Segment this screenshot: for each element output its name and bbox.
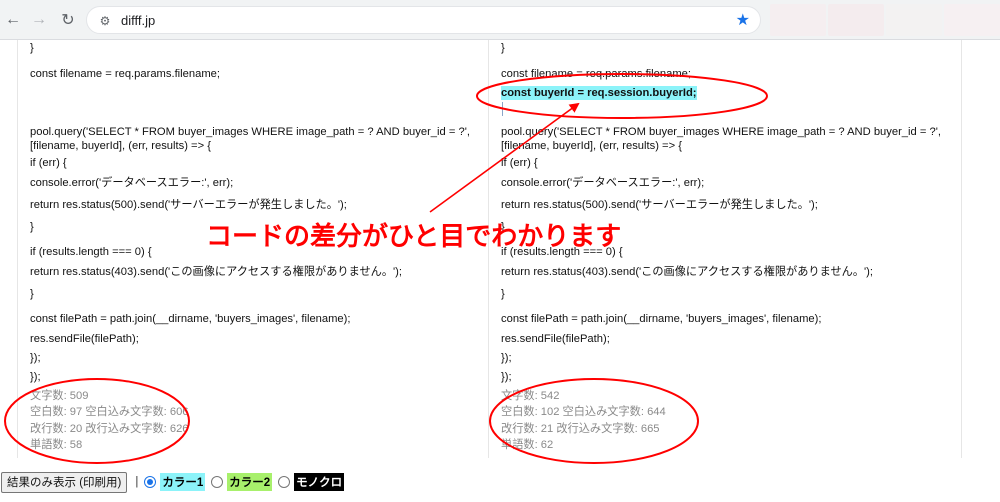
code-line: } [30,288,34,300]
code-line: const filePath = path.join(__dirname, 'b… [501,313,822,325]
radio-color1[interactable] [144,476,157,488]
added-code-line: const buyerId = req.session.buyerId; [501,86,697,100]
separator: | [135,476,139,488]
back-icon[interactable]: ← [2,9,24,31]
code-line: if (err) { [30,157,67,169]
code-line: if (results.length === 0) { [30,246,152,258]
label-color1[interactable]: カラー1 [160,473,206,491]
char-count: 文字数: 542 [501,390,560,402]
space-count: 空白数: 102 空白込み文字数: 644 [501,406,666,418]
code-line: console.error('データベースエラー:', err); [30,177,234,189]
code-line: }); [30,352,41,364]
code-line: const filename = req.params.filename; [30,68,220,80]
code-line: return res.status(500).send('サーバーエラーが発生し… [30,199,347,211]
extension-slot[interactable] [770,4,826,36]
code-line: }); [30,371,41,383]
extension-area [770,4,1000,36]
bottom-controls: 結果のみ表示 (印刷用) | カラー1 カラー2 モノクロ [0,471,1000,493]
word-count: 単語数: 62 [501,439,554,451]
radio-color2[interactable] [211,476,224,488]
char-count: 文字数: 509 [30,390,89,402]
code-line: } [501,42,505,54]
code-line: res.sendFile(filePath); [30,333,139,345]
annotation-caption: コードの差分がひと目でわかります [206,221,622,251]
code-line: }); [501,352,512,364]
code-line: res.sendFile(filePath); [501,333,610,345]
address-bar[interactable]: ⚙ difff.jp ★ [86,6,761,34]
code-line: } [501,288,505,300]
code-line: pool.query('SELECT * FROM buyer_images W… [501,126,941,152]
code-line: pool.query('SELECT * FROM buyer_images W… [30,126,470,152]
forward-icon[interactable]: → [28,9,50,31]
space-count: 空白数: 97 空白込み文字数: 606 [30,406,189,418]
extension-slot[interactable] [886,4,942,36]
code-line: if (err) { [501,157,538,169]
print-view-button[interactable]: 結果のみ表示 (印刷用) [1,471,128,493]
code-line: return res.status(403).send('この画像にアクセスする… [30,266,403,278]
label-mono[interactable]: モノクロ [294,473,345,491]
label-color2[interactable]: カラー2 [227,473,273,491]
extension-slot[interactable] [944,4,1000,36]
code-line: return res.status(403).send('この画像にアクセスする… [501,266,874,278]
code-line: return res.status(500).send('サーバーエラーが発生し… [501,199,818,211]
url-text[interactable]: difff.jp [121,13,155,28]
code-line: console.error('データベースエラー:', err); [501,177,705,189]
newline-count: 改行数: 21 改行込み文字数: 665 [501,423,660,435]
text-caret [502,102,503,116]
extension-slot[interactable] [828,4,884,36]
code-line: }); [501,371,512,383]
radio-mono[interactable] [278,476,291,488]
reload-icon[interactable]: ↻ [57,9,79,31]
browser-toolbar: ← → ↻ ⚙ difff.jp ★ [0,0,1000,40]
code-line: } [30,221,34,233]
bookmark-star-icon[interactable]: ★ [736,10,750,30]
code-line: const filePath = path.join(__dirname, 'b… [30,313,351,325]
site-info-icon[interactable]: ⚙ [97,13,113,29]
code-line: } [30,42,34,54]
word-count: 単語数: 58 [30,439,83,451]
code-line: const filename = req.params.filename; [501,68,691,80]
newline-count: 改行数: 20 改行込み文字数: 626 [30,423,189,435]
